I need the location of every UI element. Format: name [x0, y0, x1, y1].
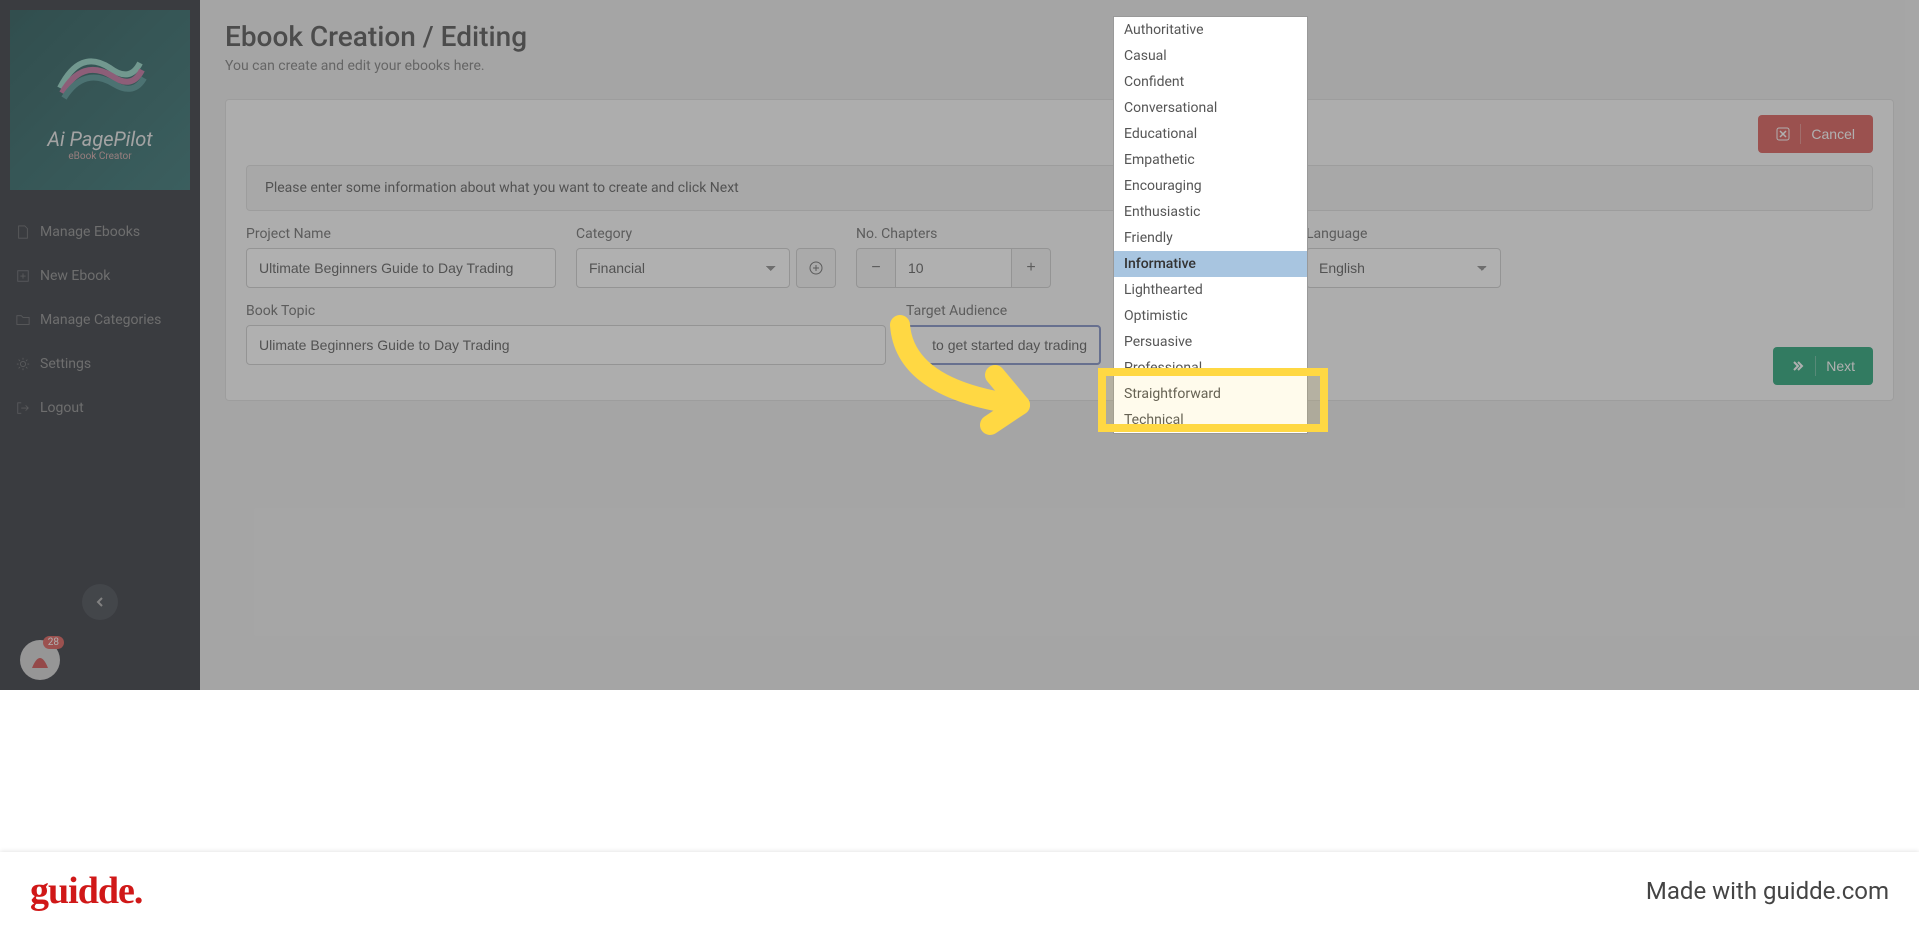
- sidebar-item-label: Settings: [40, 356, 91, 372]
- footer-bar: guidde. Made with guidde.com: [0, 852, 1919, 930]
- tone-option-professional[interactable]: Professional: [1114, 355, 1307, 381]
- plus-circle-icon: [809, 261, 823, 275]
- sidebar-item-settings[interactable]: Settings: [0, 342, 200, 386]
- logo-title: Ai PagePilot: [47, 127, 152, 151]
- audience-input[interactable]: [906, 325, 1101, 365]
- tone-option-encouraging[interactable]: Encouraging: [1114, 173, 1307, 199]
- page-subtitle: You can create and edit your ebooks here…: [225, 58, 1894, 74]
- language-select[interactable]: English: [1306, 248, 1501, 288]
- badge-count: 28: [43, 636, 64, 649]
- tone-option-empathetic[interactable]: Empathetic: [1114, 147, 1307, 173]
- add-category-button[interactable]: [796, 248, 836, 288]
- tone-option-straightforward[interactable]: Straightforward: [1114, 381, 1307, 407]
- next-label: Next: [1826, 358, 1855, 374]
- form-card: Cancel Please enter some information abo…: [225, 99, 1894, 401]
- minus-icon: −: [871, 259, 880, 277]
- topic-label: Book Topic: [246, 303, 886, 319]
- sidebar-item-manage-ebooks[interactable]: Manage Ebooks: [0, 210, 200, 254]
- language-label: Language: [1306, 226, 1501, 242]
- project-name-input[interactable]: [246, 248, 556, 288]
- logo-subtitle: eBook Creator: [47, 151, 152, 162]
- chapters-decrement-button[interactable]: −: [856, 248, 896, 288]
- sidebar-item-label: New Ebook: [40, 268, 110, 284]
- sidebar-item-new-ebook[interactable]: New Ebook: [0, 254, 200, 298]
- tone-option-casual[interactable]: Casual: [1114, 43, 1307, 69]
- tone-option-persuasive[interactable]: Persuasive: [1114, 329, 1307, 355]
- main-content: Ebook Creation / Editing You can create …: [200, 0, 1919, 690]
- close-icon: [1776, 127, 1790, 141]
- plus-file-icon: [16, 269, 30, 283]
- gear-icon: [16, 357, 30, 371]
- sidebar-item-label: Logout: [40, 400, 84, 416]
- tone-option-optimistic[interactable]: Optimistic: [1114, 303, 1307, 329]
- notification-badge[interactable]: 28: [20, 640, 60, 680]
- tone-option-confident[interactable]: Confident: [1114, 69, 1307, 95]
- plus-icon: +: [1026, 259, 1035, 277]
- folder-icon: [16, 313, 30, 327]
- logo-wave-icon: [50, 38, 150, 118]
- tone-option-educational[interactable]: Educational: [1114, 121, 1307, 147]
- tone-option-authoritative[interactable]: Authoritative: [1114, 17, 1307, 43]
- sidebar-item-manage-categories[interactable]: Manage Categories: [0, 298, 200, 342]
- chapters-label: No. Chapters: [856, 226, 1051, 242]
- tone-option-conversational[interactable]: Conversational: [1114, 95, 1307, 121]
- category-select[interactable]: Financial: [576, 248, 790, 288]
- tone-option-enthusiastic[interactable]: Enthusiastic: [1114, 199, 1307, 225]
- info-banner: Please enter some information about what…: [246, 165, 1873, 211]
- logo[interactable]: Ai PagePilot eBook Creator: [10, 10, 190, 190]
- chapters-input[interactable]: [896, 248, 1011, 288]
- audience-label: Target Audience: [906, 303, 1101, 319]
- footer-text: Made with guidde.com: [1646, 877, 1889, 905]
- sidebar-item-label: Manage Categories: [40, 312, 161, 328]
- collapse-sidebar-button[interactable]: [82, 584, 118, 620]
- tone-dropdown: AuthoritativeCasualConfidentConversation…: [1113, 16, 1308, 434]
- logout-icon: [16, 401, 30, 415]
- cancel-button[interactable]: Cancel: [1758, 115, 1873, 153]
- tone-option-informative[interactable]: Informative: [1114, 251, 1307, 277]
- chevron-left-icon: [95, 597, 105, 607]
- next-button[interactable]: Next: [1773, 347, 1873, 385]
- tone-option-technical[interactable]: Technical: [1114, 407, 1307, 433]
- sidebar-item-logout[interactable]: Logout: [0, 386, 200, 430]
- page-title: Ebook Creation / Editing: [225, 20, 1894, 53]
- tone-option-friendly[interactable]: Friendly: [1114, 225, 1307, 251]
- topic-input[interactable]: [246, 325, 886, 365]
- file-icon: [16, 225, 30, 239]
- guidde-logo: guidde.: [30, 869, 142, 913]
- chapters-increment-button[interactable]: +: [1011, 248, 1051, 288]
- sidebar-item-label: Manage Ebooks: [40, 224, 140, 240]
- tone-option-lighthearted[interactable]: Lighthearted: [1114, 277, 1307, 303]
- chevron-double-right-icon: [1791, 359, 1805, 373]
- project-name-label: Project Name: [246, 226, 556, 242]
- sidebar: Ai PagePilot eBook Creator Manage Ebooks…: [0, 0, 200, 690]
- cancel-label: Cancel: [1811, 126, 1855, 142]
- category-label: Category: [576, 226, 836, 242]
